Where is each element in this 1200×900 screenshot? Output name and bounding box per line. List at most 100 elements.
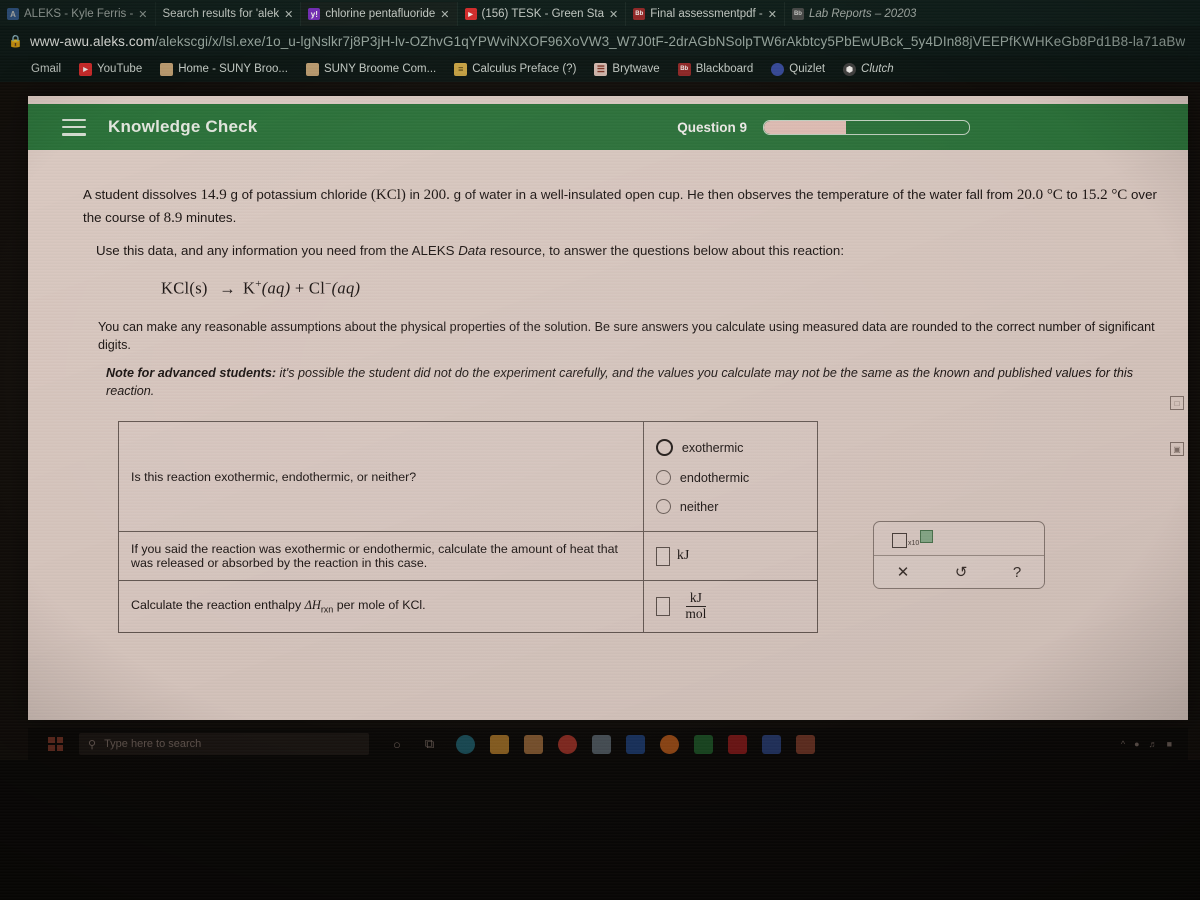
enthalpy-symbol: ΔH (304, 598, 321, 613)
taskbar-app-word[interactable] (626, 734, 646, 754)
taskbar-app-explorer[interactable] (490, 734, 510, 754)
bookmark-calculus-preface[interactable]: ≡ Calculus Preface (?) (445, 62, 585, 76)
taskbar-app-edge[interactable] (456, 734, 476, 754)
note-icon[interactable]: □ (1170, 396, 1184, 410)
taskbar-app-store[interactable] (524, 734, 544, 754)
taskbar-app-calculator[interactable] (592, 734, 612, 754)
tray-network-icon[interactable]: ● (1134, 739, 1139, 749)
page-edge-icons: □ ▣ (1170, 396, 1184, 456)
tab-close-icon[interactable]: ✕ (440, 8, 449, 21)
taskbar-app-icons[interactable] (456, 734, 816, 754)
youtube-icon: ▶ (79, 62, 93, 76)
radio-option-endothermic[interactable]: endothermic (655, 463, 805, 492)
windows-taskbar[interactable]: ⚲ Type here to search ○ ⧉ ^ ● ♬ ■ (28, 728, 1188, 760)
bookmark-clutch[interactable]: ⬢ Clutch (834, 62, 903, 76)
taskbar-app-chrome[interactable] (558, 734, 578, 754)
taskbar-app-media[interactable] (762, 734, 782, 754)
row-answer[interactable]: kJ mol (642, 580, 819, 633)
browser-tab[interactable]: A ALEKS - Kyle Ferris - ✕ (0, 2, 156, 26)
bookmark-gmail[interactable]: Gmail (4, 63, 70, 76)
bookmark-label: Calculus Preface (?) (472, 63, 577, 75)
system-tray[interactable]: ^ ● ♬ ■ (1121, 739, 1182, 749)
undo-icon[interactable]: ↺ (955, 563, 968, 581)
q-text-c: in (405, 187, 424, 202)
question-progress-group: Question 9 (677, 119, 1188, 135)
instr-text-b: resource, to answer the questions below … (486, 243, 845, 258)
mantissa-box-icon (892, 533, 907, 548)
radio-label: neither (679, 499, 719, 514)
toolbar-bottom-row: ✕ ↺ ? (874, 555, 1044, 588)
row-answer[interactable]: exothermic endothermic neither (642, 421, 819, 532)
browser-tab[interactable]: Bb Lab Reports – 20203 (785, 2, 923, 26)
bookmark-youtube[interactable]: ▶ YouTube (70, 62, 151, 76)
bookmark-home-suny-broome[interactable]: Home - SUNY Broo... (151, 62, 297, 76)
browser-tab[interactable]: Bb Final assessmentpdf - ✕ (626, 2, 785, 26)
radio-button-icon[interactable] (655, 470, 671, 485)
bookmark-blackboard[interactable]: Bb Blackboard (669, 62, 763, 76)
bookmark-quizlet[interactable]: Quizlet (762, 62, 834, 76)
calculator-icon[interactable]: ▣ (1170, 442, 1184, 456)
heat-input-field[interactable] (655, 546, 670, 566)
search-input[interactable]: ⚲ Type here to search (79, 733, 369, 755)
tab-favicon: Bb (791, 8, 804, 20)
tray-volume-icon[interactable]: ♬ (1149, 739, 1158, 749)
enthalpy-subscript: rxn (320, 604, 334, 615)
aleks-page: Knowledge Check Question 9 A student dis… (28, 96, 1188, 720)
table-row: Is this reaction exothermic, endothermic… (118, 421, 819, 532)
enthalpy-input-field[interactable] (655, 596, 670, 616)
taskbar-app-chrome-active[interactable] (796, 734, 816, 754)
tab-label: chlorine pentafluoride (325, 8, 436, 20)
bookmark-brytwave[interactable]: ☰ Brytwave (585, 62, 668, 76)
page-title: Knowledge Check (108, 117, 258, 136)
tab-label: Final assessmentpdf - (650, 8, 763, 20)
browser-address-bar[interactable]: 🔒 www-awu.aleks.com/alekscgi/x/lsl.exe/1… (0, 26, 1200, 56)
browser-tab-strip[interactable]: A ALEKS - Kyle Ferris - ✕ Search results… (0, 0, 1200, 26)
tray-chevron-icon[interactable]: ^ (1121, 739, 1125, 749)
taskbar-app-acrobat[interactable] (728, 734, 748, 754)
mass-water-value: 200. (423, 187, 450, 203)
scientific-notation-button[interactable]: x10 (892, 530, 934, 548)
heat-unit-label: kJ (676, 548, 690, 563)
exponent-box-icon (920, 530, 934, 543)
help-icon[interactable]: ? (1013, 564, 1021, 581)
row-prompt: Is this reaction exothermic, endothermic… (118, 421, 644, 532)
tab-label: (156) TESK - Green Sta (481, 8, 605, 20)
windows-start-icon[interactable] (48, 737, 63, 751)
taskbar-app-excel[interactable] (694, 734, 714, 754)
clear-icon[interactable]: ✕ (897, 563, 910, 581)
compound-formula: (KCl) (370, 187, 406, 203)
search-icon: ⚲ (88, 738, 97, 751)
task-view-icon[interactable]: ⧉ (425, 736, 434, 752)
tray-battery-icon[interactable]: ■ (1167, 739, 1172, 749)
bookmarks-bar[interactable]: Gmail ▶ YouTube Home - SUNY Broo... SUNY… (0, 56, 1200, 82)
cortana-icon[interactable]: ○ (393, 737, 401, 752)
tab-favicon: A (7, 8, 19, 20)
url-text[interactable]: www-awu.aleks.com/alekscgi/x/lsl.exe/1o_… (30, 34, 1185, 49)
row-answer[interactable]: kJ (642, 531, 819, 581)
tab-close-icon[interactable]: ✕ (138, 8, 147, 21)
tab-favicon: Bb (633, 8, 646, 20)
app-header: Knowledge Check Question 9 (28, 104, 1188, 150)
radio-option-neither[interactable]: neither (655, 492, 805, 521)
taskbar-app-firefox[interactable] (660, 734, 680, 754)
progress-bar-fill (764, 120, 846, 134)
browser-tab[interactable]: ▶ (156) TESK - Green Sta ✕ (458, 2, 627, 26)
radio-button-icon[interactable] (655, 439, 673, 456)
q-text-b: g of potassium chloride (226, 187, 371, 202)
time-value: 8.9 (163, 209, 183, 226)
hamburger-menu-icon[interactable] (62, 118, 86, 136)
bookmark-label: Home - SUNY Broo... (178, 63, 288, 75)
bookmark-suny-broome-com[interactable]: SUNY Broome Com... (297, 62, 445, 76)
browser-tab[interactable]: Search results for 'alek ✕ (156, 2, 302, 26)
tab-close-icon[interactable]: ✕ (609, 8, 618, 21)
question-counter-label: Question 9 (677, 119, 747, 135)
clutch-icon: ⬢ (843, 62, 857, 76)
browser-tab-active[interactable]: y! chlorine pentafluoride ✕ (301, 2, 458, 26)
bookmark-label: Brytwave (612, 63, 660, 75)
tab-close-icon[interactable]: ✕ (284, 8, 293, 21)
aleks-answer-toolbar[interactable]: x10 ✕ ↺ ? (873, 521, 1045, 589)
radio-button-icon[interactable] (655, 499, 671, 514)
tab-close-icon[interactable]: ✕ (768, 8, 777, 21)
radio-option-exothermic[interactable]: exothermic (655, 432, 805, 463)
table-row: If you said the reaction was exothermic … (118, 531, 819, 581)
